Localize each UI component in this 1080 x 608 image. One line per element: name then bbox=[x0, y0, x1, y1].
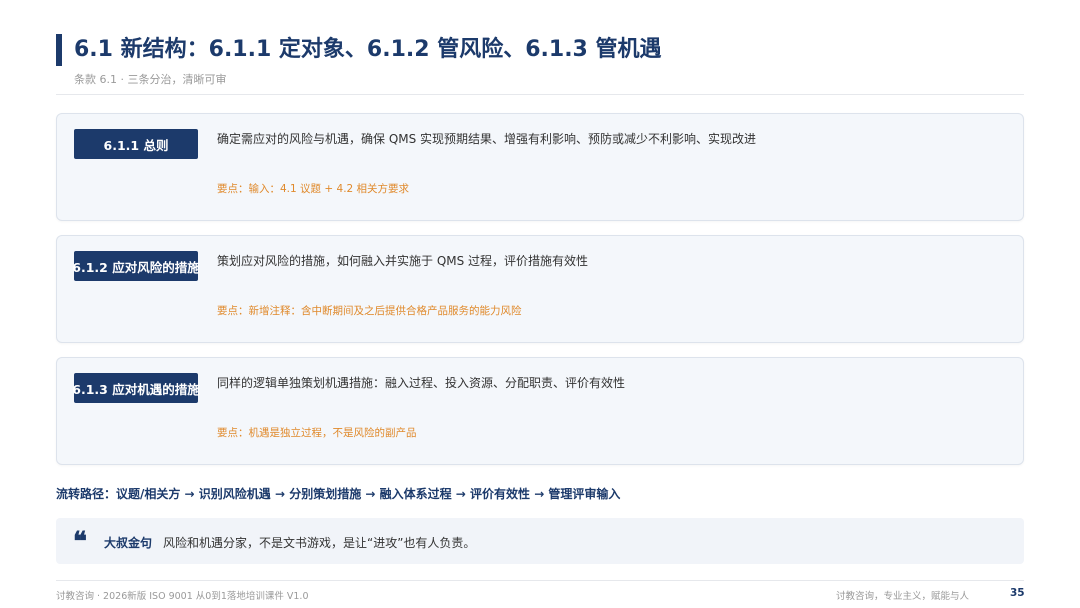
clause-card-6-1-2: 6.1.2 应对风险的措施 策划应对风险的措施，如何融入并实施于 QMS 过程，… bbox=[56, 235, 1024, 343]
clause-key-point: 要点：机遇是独立过程，不是风险的副产品 bbox=[217, 427, 417, 439]
clause-card-6-1-1: 6.1.1 总则 确定需应对的风险与机遇，确保 QMS 实现预期结果、增强有利影… bbox=[56, 113, 1024, 221]
clause-description: 同样的逻辑单独策划机遇措施：融入过程、投入资源、分配职责、评价有效性 bbox=[217, 376, 626, 390]
footer-slogan: 讨教咨询，专业主义，赋能与人 bbox=[836, 591, 970, 602]
clause-badge: 6.1.2 应对风险的措施 bbox=[72, 251, 200, 281]
clause-card-6-1-3: 6.1.3 应对机遇的措施 同样的逻辑单独策划机遇措施：融入过程、投入资源、分配… bbox=[56, 357, 1024, 465]
clause-badge: 6.1.3 应对机遇的措施 bbox=[72, 373, 200, 403]
quote-label: 大叔金句 bbox=[104, 536, 153, 550]
clause-description: 确定需应对的风险与机遇，确保 QMS 实现预期结果、增强有利影响、预防或减少不利… bbox=[217, 132, 757, 146]
title-divider bbox=[56, 94, 1024, 95]
flow-path: 流转路径：议题/相关方 → 识别风险机遇 → 分别策划措施 → 融入体系过程 →… bbox=[56, 487, 621, 501]
quote-icon: ❝ bbox=[73, 527, 87, 557]
clause-key-point: 要点：输入：4.1 议题 + 4.2 相关方要求 bbox=[217, 183, 410, 195]
clause-description: 策划应对风险的措施，如何融入并实施于 QMS 过程，评价措施有效性 bbox=[217, 254, 589, 268]
footer-divider bbox=[56, 580, 1024, 581]
clause-badge: 6.1.1 总则 bbox=[74, 129, 198, 159]
footer-course-info: 讨教咨询 · 2026新版 ISO 9001 从0到1落地培训课件 V1.0 bbox=[56, 591, 309, 602]
quote-box: ❝ 大叔金句 风险和机遇分家，不是文书游戏，是让“进攻”也有人负责。 bbox=[56, 518, 1024, 564]
title-accent-bar bbox=[56, 34, 62, 66]
page-subtitle: 条款 6.1 · 三条分治，清晰可审 bbox=[74, 73, 227, 86]
page-number: 35 bbox=[1010, 587, 1025, 599]
page-title: 6.1 新结构：6.1.1 定对象、6.1.2 管风险、6.1.3 管机遇 bbox=[74, 37, 662, 62]
clause-key-point: 要点：新增注释：含中断期间及之后提供合格产品服务的能力风险 bbox=[217, 305, 522, 317]
quote-text: 风险和机遇分家，不是文书游戏，是让“进攻”也有人负责。 bbox=[163, 536, 476, 550]
